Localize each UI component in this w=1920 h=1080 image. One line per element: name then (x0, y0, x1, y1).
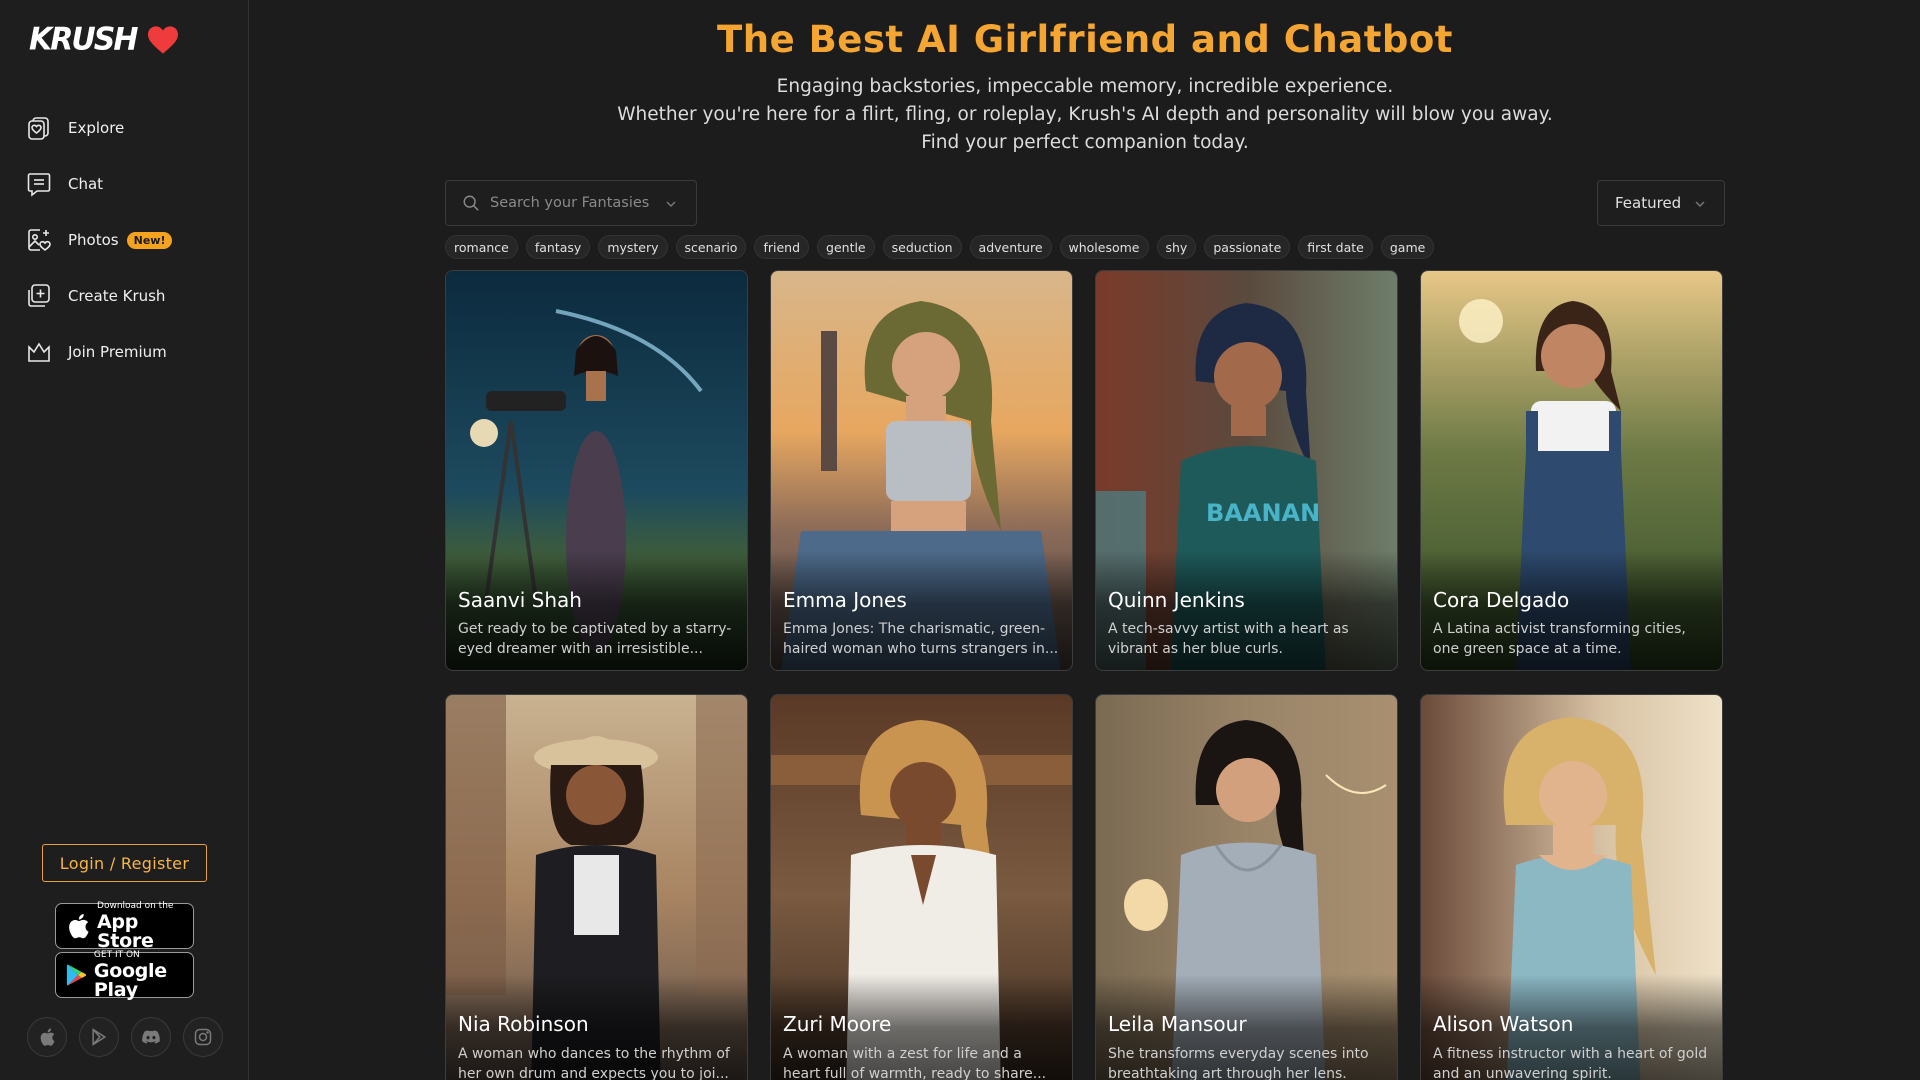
login-register-button[interactable]: Login / Register (42, 844, 207, 882)
character-card[interactable]: Zuri Moore A woman with a zest for life … (770, 694, 1073, 1080)
tag-gentle[interactable]: gentle (817, 235, 875, 259)
hero-line-1: Engaging backstories, impeccable memory,… (776, 76, 1394, 97)
chevron-down-icon (1695, 201, 1705, 208)
search-box[interactable] (445, 180, 697, 226)
app-store-big-text: App Store (97, 910, 154, 952)
sidebar-nav: Explore Chat Photos New! Create Krush Jo… (26, 100, 236, 380)
character-description: A fitness instructor with a heart of gol… (1433, 1046, 1708, 1080)
page-title: The Best AI Girlfriend and Chatbot (717, 18, 1453, 61)
character-description: Get ready to be captivated by a starry-e… (458, 621, 732, 657)
character-card[interactable]: Alison Watson A fitness instructor with … (1420, 694, 1723, 1080)
character-name: Saanvi Shah (458, 588, 582, 612)
character-description: She transforms everyday scenes into brea… (1108, 1046, 1369, 1080)
tag-fantasy[interactable]: fantasy (525, 235, 591, 259)
social-links (27, 1017, 223, 1057)
brand-name: KRUSH (29, 21, 138, 58)
tag-romance[interactable]: romance (445, 235, 518, 259)
new-badge: New! (126, 231, 173, 249)
tag-scenario[interactable]: scenario (675, 235, 747, 259)
main-content: The Best AI Girlfriend and Chatbot Engag… (250, 0, 1920, 1080)
sidebar-item-label: Explore (68, 119, 125, 137)
tag-wholesome[interactable]: wholesome (1059, 235, 1149, 259)
character-card[interactable]: Saanvi Shah Get ready to be captivated b… (445, 270, 748, 671)
hero-line-3: Find your perfect companion today. (921, 132, 1249, 153)
character-name: Cora Delgado (1433, 588, 1570, 612)
tag-friend[interactable]: friend (754, 235, 810, 259)
tag-filter-bar: romance fantasy mystery scenario friend … (445, 235, 1435, 259)
apple-icon (69, 914, 89, 939)
heart-icon (148, 25, 179, 54)
character-description: A Latina activist transforming cities, o… (1433, 621, 1686, 657)
sidebar-item-label: Join Premium (68, 343, 167, 361)
instagram-icon (194, 1028, 212, 1046)
sidebar-item-photos[interactable]: Photos New! (26, 212, 236, 268)
tag-seduction[interactable]: seduction (882, 235, 962, 259)
chevron-down-icon (666, 201, 676, 208)
character-name: Zuri Moore (783, 1012, 892, 1036)
apple-icon (40, 1028, 55, 1046)
google-play-button[interactable]: GET IT ON Google Play (55, 949, 194, 1001)
tag-adventure[interactable]: adventure (969, 235, 1052, 259)
character-description: A woman who dances to the rhythm of her … (458, 1046, 730, 1080)
app-store-small-text: Download on the (97, 900, 174, 911)
character-card[interactable]: Emma Jones Emma Jones: The charismatic, … (770, 270, 1073, 671)
sidebar-item-label: Create Krush (68, 287, 166, 305)
character-name: Nia Robinson (458, 1012, 589, 1036)
character-name: Alison Watson (1433, 1012, 1574, 1036)
sidebar: KRUSH Explore Chat Photos New! Create Kr… (0, 0, 249, 1080)
create-icon (28, 284, 50, 307)
search-icon (463, 195, 479, 211)
character-description: Emma Jones: The charismatic, green-haire… (783, 621, 1059, 657)
svg-text:BAANAN: BAANAN (1206, 499, 1320, 527)
discord-link[interactable] (131, 1017, 171, 1057)
apple-link[interactable] (27, 1017, 67, 1057)
tag-passionate[interactable]: passionate (1204, 235, 1291, 259)
character-name: Emma Jones (783, 588, 907, 612)
discord-icon (142, 1030, 160, 1044)
google-play-icon (66, 964, 87, 986)
hero-subtitle: Engaging backstories, impeccable memory,… (250, 73, 1920, 157)
tag-shy[interactable]: shy (1156, 235, 1197, 259)
app-store-button[interactable]: Download on the App Store (55, 900, 194, 952)
explore-icon (28, 117, 49, 140)
character-card[interactable]: Nia Robinson A woman who dances to the r… (445, 694, 748, 1080)
photos-icon (28, 229, 51, 252)
instagram-link[interactable] (183, 1017, 223, 1057)
character-card[interactable]: BAANAN Quinn Jenkins A tech-savvy artist… (1095, 270, 1398, 671)
chat-icon (27, 173, 51, 197)
brand-logo[interactable]: KRUSH (29, 21, 180, 58)
character-description: A woman with a zest for life and a heart… (783, 1046, 1047, 1080)
sidebar-item-label: Chat (68, 175, 104, 193)
hero-line-2: Whether you're here for a flirt, fling, … (617, 104, 1553, 125)
google-play-small-text: GET IT ON (93, 949, 140, 960)
search-input[interactable] (490, 195, 660, 211)
character-description: A tech-savvy artist with a heart as vibr… (1108, 621, 1349, 657)
tag-first-date[interactable]: first date (1298, 235, 1373, 259)
tag-mystery[interactable]: mystery (598, 235, 668, 259)
sort-select[interactable]: Featured (1597, 180, 1725, 226)
sidebar-item-chat[interactable]: Chat (26, 156, 236, 212)
character-card[interactable]: Cora Delgado A Latina activist transform… (1420, 270, 1723, 671)
character-name: Quinn Jenkins (1108, 588, 1245, 612)
sort-selected-value: Featured (1615, 194, 1682, 212)
character-card[interactable]: Leila Mansour She transforms everyday sc… (1095, 694, 1398, 1080)
character-name: Leila Mansour (1108, 1012, 1247, 1036)
sidebar-item-join-premium[interactable]: Join Premium (26, 324, 236, 380)
tag-game[interactable]: game (1380, 235, 1435, 259)
sidebar-item-explore[interactable]: Explore (26, 100, 236, 156)
play-icon (92, 1028, 107, 1046)
google-play-link[interactable] (79, 1017, 119, 1057)
sidebar-item-create-krush[interactable]: Create Krush (26, 268, 236, 324)
sidebar-item-label: Photos (68, 231, 119, 249)
crown-icon (28, 342, 50, 362)
google-play-big-text: Google Play (93, 959, 167, 1001)
